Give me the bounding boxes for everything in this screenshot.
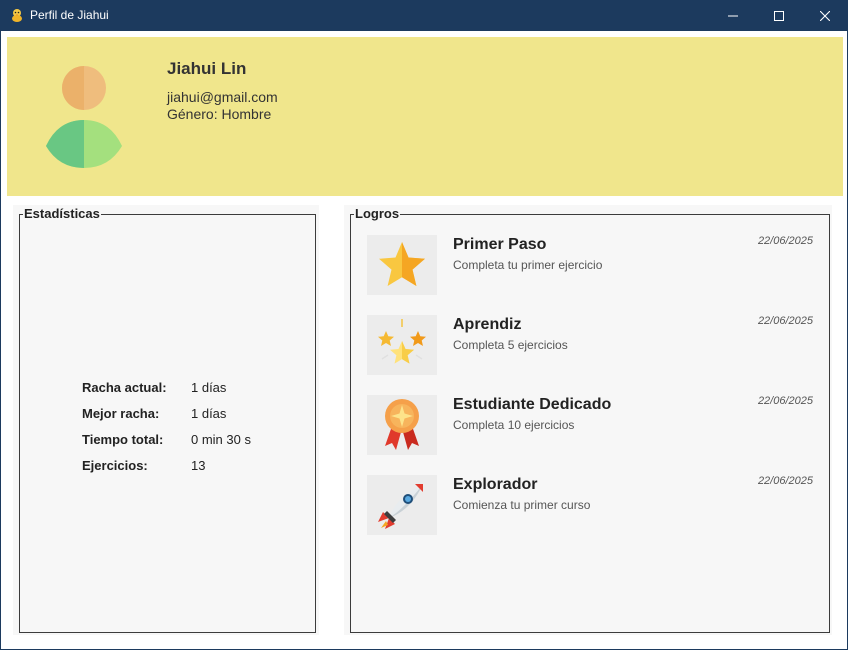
close-button[interactable] [802,0,848,31]
stat-label: Ejercicios: [82,458,148,473]
achievements-legend: Logros [354,206,401,221]
stars-icon [378,319,426,364]
user-gender: Género: Hombre [167,106,272,122]
app-icon [12,9,22,22]
stat-label: Tiempo total: [82,432,164,447]
user-name: Jiahui Lin [167,59,247,78]
achievement-date: 22/06/2025 [757,235,813,247]
stat-label: Racha actual: [82,380,167,395]
achievement-title: Explorador [453,476,538,493]
achievement-item[interactable]: Explorador Comienza tu primer curso 22/0… [367,475,827,535]
maximize-icon [774,10,784,21]
achievement-icon-box [367,475,437,535]
user-email: jiahui@gmail.com [167,89,278,105]
stats-group [19,214,316,633]
achievement-description: Completa 5 ejercicios [453,338,568,352]
stat-value: 13 [191,458,206,473]
stats-legend: Estadísticas [23,206,101,221]
stat-label: Mejor racha: [82,406,160,421]
title-bar[interactable]: Perfil de Jiahui [0,0,848,31]
rocket-icon [378,484,423,529]
achievement-title: Primer Paso [453,236,547,253]
stat-value: 1 días [191,406,227,421]
achievement-date: 22/06/2025 [757,475,813,487]
stat-value: 0 min 30 s [191,432,251,447]
achievement-title: Aprendiz [453,316,522,333]
achievement-description: Comienza tu primer curso [453,498,591,512]
achievement-item[interactable]: Aprendiz Completa 5 ejercicios 22/06/202… [367,315,827,375]
window-title: Perfil de Jiahui [30,8,109,22]
minimize-icon [728,15,738,16]
achievement-description: Completa tu primer ejercicio [453,258,603,272]
achievement-icon-box [367,395,437,455]
maximize-button[interactable] [756,0,802,31]
achievement-date: 22/06/2025 [757,395,813,407]
star-icon [379,242,425,286]
achievement-description: Completa 10 ejercicios [453,418,575,432]
main-window: Jiahui Lin jiahui@gmail.com Género: Homb… [0,31,848,650]
medal-icon [385,399,419,450]
stat-value: 1 días [191,380,227,395]
achievement-icon-box [367,315,437,375]
achievement-item[interactable]: Primer Paso Completa tu primer ejercicio… [367,235,827,295]
achievement-date: 22/06/2025 [757,315,813,327]
minimize-button[interactable] [710,0,756,31]
achievement-item[interactable]: Estudiante Dedicado Completa 10 ejercici… [367,395,827,455]
achievement-icon-box [367,235,437,295]
close-icon [820,10,830,21]
achievement-title: Estudiante Dedicado [453,396,612,413]
user-avatar-icon [46,66,122,168]
profile-header: Jiahui Lin jiahui@gmail.com Género: Homb… [7,37,843,196]
